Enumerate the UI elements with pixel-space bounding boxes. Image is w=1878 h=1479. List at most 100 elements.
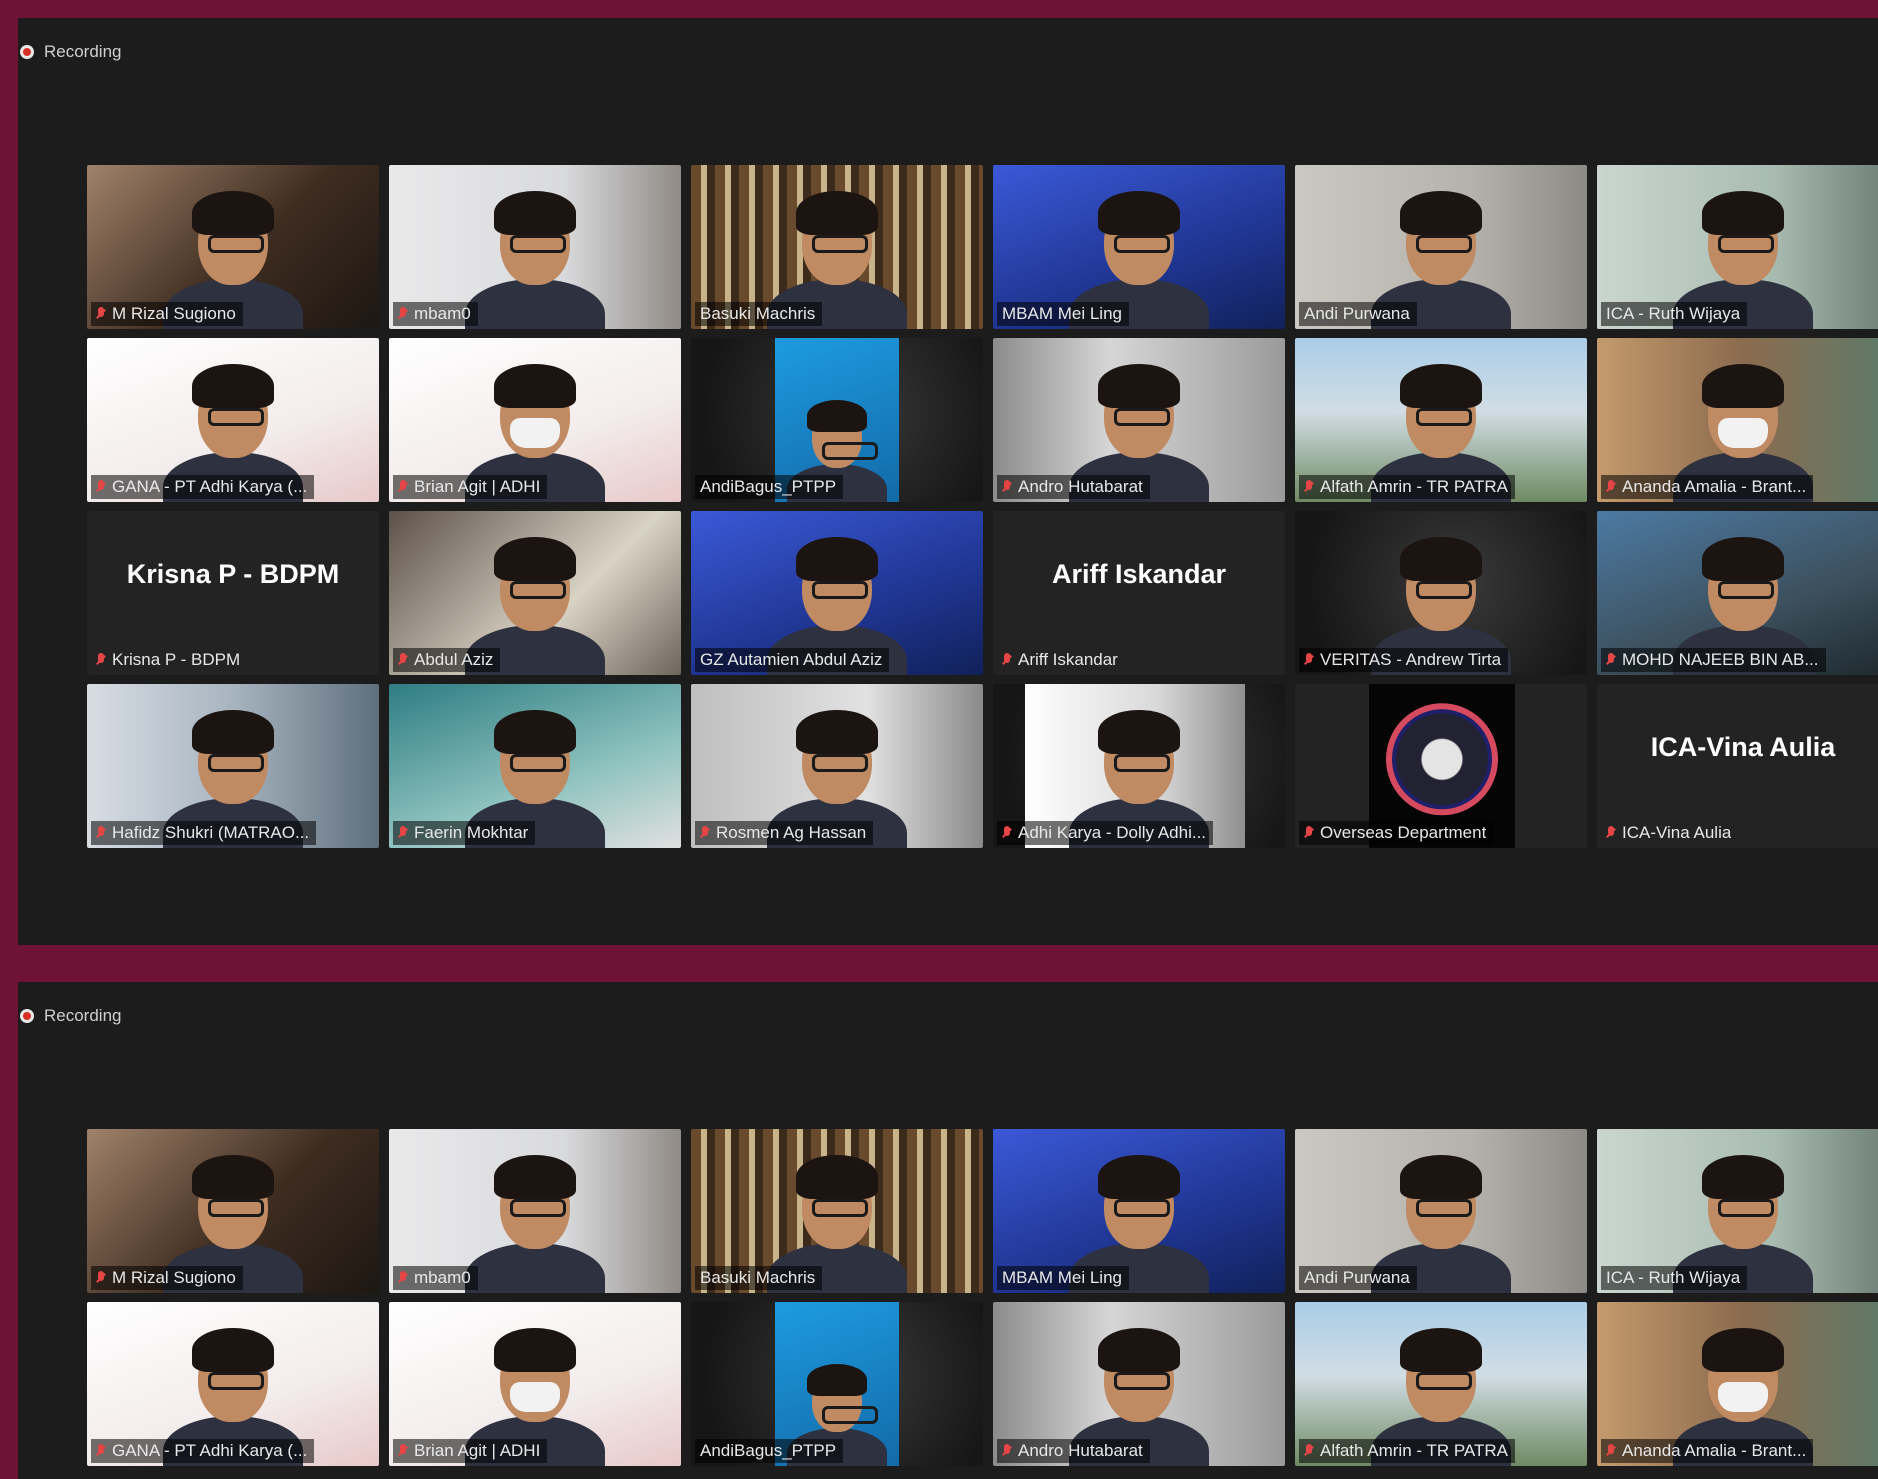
participant-name-tag: mbam0 [393,302,478,326]
participant-tile[interactable]: Basuki Machris [691,165,983,329]
participant-name: MBAM Mei Ling [1002,1268,1122,1287]
participant-name: MBAM Mei Ling [1002,304,1122,323]
participant-tile[interactable]: Ananda Amalia - Brant... [1597,1302,1878,1466]
participant-tile[interactable]: Basuki Machris [691,1129,983,1293]
participant-tile[interactable]: Ariff Iskandar Ariff Iskandar [993,511,1285,675]
participant-name: Ananda Amalia - Brant... [1622,477,1807,496]
participant-name: AndiBagus_PTPP [700,1441,837,1460]
participant-name: Andi Purwana [1304,1268,1410,1287]
participant-tile[interactable]: mbam0 [389,165,681,329]
participant-tile[interactable]: AndiBagus_PTPP [691,338,983,502]
participant-tile[interactable]: Ananda Amalia - Brant... [1597,338,1878,502]
participant-tile[interactable]: VERITAS - Andrew Tirta [1295,511,1587,675]
participant-name-tag: Andro Hutabarat [997,1439,1150,1463]
participant-tile[interactable]: MOHD NAJEEB BIN AB... [1597,511,1878,675]
participant-name-tag: Faerin Mokhtar [393,821,536,845]
participant-name-tag: Andi Purwana [1299,1266,1417,1290]
participant-name-tag: Alfath Amrin - TR PATRA [1299,475,1515,499]
mic-muted-icon [96,306,106,322]
participant-name: ICA-Vina Aulia [1622,823,1732,842]
participant-tile[interactable]: ICA-Vina Aulia ICA-Vina Aulia [1597,684,1878,848]
recording-indicator[interactable]: Recording [20,42,122,62]
participant-name: Adhi Karya - Dolly Adhi... [1018,823,1207,842]
participant-tile[interactable]: Faerin Mokhtar [389,684,681,848]
participant-tile[interactable]: Brian Agit | ADHI [389,338,681,502]
participant-tile[interactable]: M Rizal Sugiono [87,1129,379,1293]
participant-name-tag: Andi Purwana [1299,302,1417,326]
mic-muted-icon [398,652,408,668]
participant-name: Andro Hutabarat [1018,477,1143,496]
recording-label: Recording [44,1006,122,1025]
participant-name: Basuki Machris [700,304,816,323]
participant-name-tag: Basuki Machris [695,1266,823,1290]
participant-tile[interactable]: mbam0 [389,1129,681,1293]
mic-muted-icon [96,652,106,668]
participant-tile[interactable]: M Rizal Sugiono [87,165,379,329]
participant-name: Faerin Mokhtar [414,823,529,842]
participant-tile[interactable]: MBAM Mei Ling [993,1129,1285,1293]
participant-name-tag: Andro Hutabarat [997,475,1150,499]
participant-tile[interactable]: Andi Purwana [1295,165,1587,329]
participant-name: Ananda Amalia - Brant... [1622,1441,1807,1460]
participant-tile[interactable]: ICA - Ruth Wijaya [1597,165,1878,329]
participant-tile[interactable]: Krisna P - BDPM Krisna P - BDPM [87,511,379,675]
participant-name-tag: Ananda Amalia - Brant... [1601,1439,1814,1463]
participant-tile[interactable]: Alfath Amrin - TR PATRA [1295,338,1587,502]
participant-tile[interactable]: Adhi Karya - Dolly Adhi... [993,684,1285,848]
participant-tile[interactable]: ICA - Ruth Wijaya [1597,1129,1878,1293]
participant-name: AndiBagus_PTPP [700,477,837,496]
mic-muted-icon [1002,479,1012,495]
participant-tile[interactable]: Andi Purwana [1295,1129,1587,1293]
participant-name-tag: M Rizal Sugiono [91,1266,243,1290]
participant-video [460,1143,610,1293]
participant-name: Brian Agit | ADHI [414,1441,541,1460]
participant-tile[interactable]: Alfath Amrin - TR PATRA [1295,1302,1587,1466]
participant-name-tag: GANA - PT Adhi Karya (... [91,1439,315,1463]
participant-name-tag: MOHD NAJEEB BIN AB... [1601,648,1826,672]
participant-name-tag: ICA - Ruth Wijaya [1601,1266,1748,1290]
participant-name-tag: Rosmen Ag Hassan [695,821,874,845]
mic-muted-icon [398,825,408,841]
participant-name: VERITAS - Andrew Tirta [1320,650,1502,669]
participant-name-tag: M Rizal Sugiono [91,302,243,326]
participant-name-tag: MBAM Mei Ling [997,302,1129,326]
mic-muted-icon [1606,479,1616,495]
participant-tile[interactable]: GANA - PT Adhi Karya (... [87,338,379,502]
mic-muted-icon [1606,825,1616,841]
mic-muted-icon [1304,479,1314,495]
participant-name: M Rizal Sugiono [112,304,236,323]
recording-label: Recording [44,42,122,61]
mic-muted-icon [1002,1443,1012,1459]
participant-tile[interactable]: Brian Agit | ADHI [389,1302,681,1466]
participant-name-tag: Abdul Aziz [393,648,501,672]
participant-tile[interactable]: Hafidz Shukri (MATRAO... [87,684,379,848]
participant-name-tag: AndiBagus_PTPP [695,1439,844,1463]
participant-grid: M Rizal Sugiono mbam0 Basuki Machris MBAM M… [87,165,1878,848]
mic-muted-icon [398,1270,408,1286]
participant-name-tag: ICA - Ruth Wijaya [1601,302,1748,326]
mic-muted-icon [398,479,408,495]
participant-tile[interactable]: Rosmen Ag Hassan [691,684,983,848]
participant-name: Andro Hutabarat [1018,1441,1143,1460]
participant-name-card: Ariff Iskandar [1051,559,1227,589]
participant-tile[interactable]: GZ Autamien Abdul Aziz [691,511,983,675]
participant-name: Ariff Iskandar [1018,650,1118,669]
recording-dot-icon [20,45,34,59]
participant-tile[interactable]: Abdul Aziz [389,511,681,675]
participant-name-tag: GZ Autamien Abdul Aziz [695,648,890,672]
participant-tile[interactable]: Overseas Department [1295,684,1587,848]
participant-tile[interactable]: Andro Hutabarat [993,338,1285,502]
participant-video [460,179,610,329]
participant-name: GANA - PT Adhi Karya (... [112,1441,308,1460]
recording-indicator[interactable]: Recording [20,1006,122,1026]
mic-muted-icon [1002,652,1012,668]
participant-name-tag: Ariff Iskandar [997,648,1125,672]
participant-name: Abdul Aziz [414,650,494,669]
participant-tile[interactable]: AndiBagus_PTPP [691,1302,983,1466]
participant-name-card: ICA-Vina Aulia [1650,732,1836,762]
mic-muted-icon [398,306,408,322]
participant-name-tag: VERITAS - Andrew Tirta [1299,648,1509,672]
participant-tile[interactable]: MBAM Mei Ling [993,165,1285,329]
participant-tile[interactable]: Andro Hutabarat [993,1302,1285,1466]
participant-tile[interactable]: GANA - PT Adhi Karya (... [87,1302,379,1466]
